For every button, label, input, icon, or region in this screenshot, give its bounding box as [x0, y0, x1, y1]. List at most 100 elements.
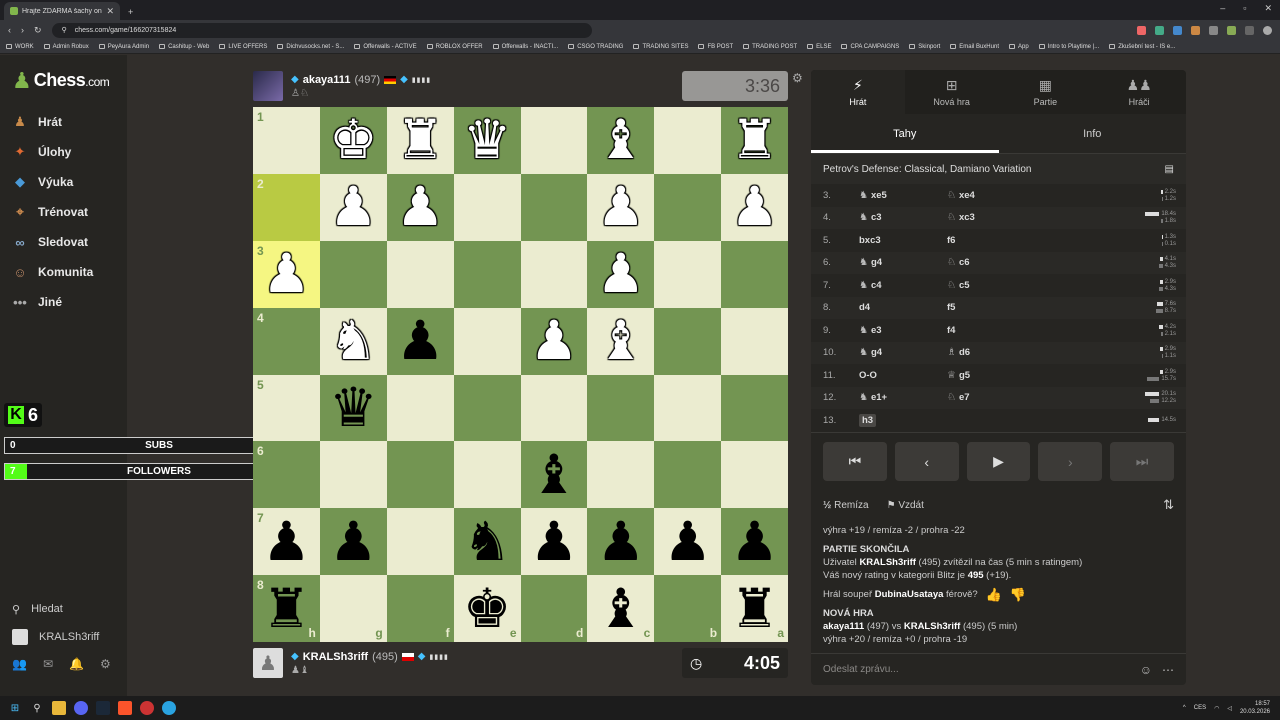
- board-square[interactable]: e ♚: [453, 575, 521, 642]
- first-move-button[interactable]: ⏮: [823, 442, 887, 481]
- board-square[interactable]: ♟: [319, 173, 387, 241]
- windows-start-icon[interactable]: ⊞: [8, 701, 22, 715]
- player-name[interactable]: KRALSh3riff: [303, 651, 368, 663]
- board-square[interactable]: ♟: [721, 508, 788, 576]
- black-move[interactable]: ♘ xc3: [947, 212, 1035, 223]
- board-square[interactable]: 6: [253, 441, 320, 509]
- board-square[interactable]: [319, 240, 387, 308]
- network-icon[interactable]: ◠: [1214, 705, 1219, 712]
- board-square[interactable]: ♟: [520, 307, 588, 375]
- board-square[interactable]: ♜: [721, 107, 788, 174]
- sidebar-item-2[interactable]: ✦ Úlohy: [0, 137, 127, 167]
- last-move-button[interactable]: ⏭: [1110, 442, 1174, 481]
- board-square[interactable]: ♝: [587, 307, 655, 375]
- board-square[interactable]: [587, 374, 655, 442]
- board-square[interactable]: [520, 107, 588, 174]
- black-move[interactable]: f6: [947, 235, 1035, 246]
- bookmark-item[interactable]: Email BuxHunt: [950, 44, 999, 50]
- black-bishop-icon[interactable]: ♝: [530, 447, 578, 502]
- board-square[interactable]: ♟: [319, 508, 387, 576]
- board-square[interactable]: ♟: [520, 508, 588, 576]
- chess-board[interactable]: 1 ♚ ♜ ♛ ♝ ♜ 2 ♟ ♟ ♟ ♟ 3 ♟ ♟ 4 ♞ ♟ ♟ ♝ 5 ♛ 6 ♝ 7 ♟ ♟ ♞ ♟ ♟ ♟ ♟ 8 h ♜ g f e ♚ d c…: [253, 107, 788, 642]
- board-square[interactable]: [453, 441, 521, 509]
- clock[interactable]: 18:57 20.03.2026: [1240, 700, 1270, 716]
- board-square[interactable]: [453, 173, 521, 241]
- profile-icon[interactable]: [1263, 25, 1272, 35]
- sidebar-item-7[interactable]: ••• Jiné: [0, 287, 127, 317]
- black-move[interactable]: ♘ c6: [947, 257, 1035, 268]
- white-bishop-icon[interactable]: ♝: [597, 113, 645, 167]
- sidebar-item-4[interactable]: ⌖ Trénovat: [0, 197, 127, 227]
- extension-icon[interactable]: [1209, 25, 1218, 35]
- board-square[interactable]: ♟: [386, 173, 454, 241]
- board-square[interactable]: [453, 307, 521, 375]
- bookmark-item[interactable]: LIVE OFFERS: [219, 44, 267, 50]
- bookmark-item[interactable]: TRADING SITES: [633, 44, 688, 50]
- board-square[interactable]: ♝: [587, 107, 655, 174]
- next-move-button[interactable]: ›: [1038, 442, 1103, 481]
- brave-browser-icon[interactable]: [118, 701, 132, 715]
- board-square[interactable]: [654, 307, 722, 375]
- white-move[interactable]: ♞ e1+: [859, 392, 947, 403]
- board-square[interactable]: [520, 240, 588, 308]
- board-square[interactable]: ♛: [453, 107, 521, 174]
- bookmark-item[interactable]: Intro to Playtime |...: [1038, 44, 1099, 50]
- board-square[interactable]: f: [386, 575, 454, 642]
- black-knight-icon[interactable]: ♞: [463, 514, 511, 569]
- board-square[interactable]: [721, 240, 788, 308]
- reload-icon[interactable]: ↻: [34, 25, 42, 36]
- white-move[interactable]: h3: [859, 413, 947, 427]
- bookmark-item[interactable]: TRADING POST: [743, 44, 797, 50]
- board-square[interactable]: [721, 441, 788, 509]
- tray-chevron-icon[interactable]: ^: [1183, 705, 1186, 711]
- board-square[interactable]: [654, 374, 722, 442]
- language-indicator[interactable]: CES: [1194, 705, 1206, 711]
- black-move[interactable]: ♕ g5: [947, 370, 1035, 381]
- board-square[interactable]: c ♝: [587, 575, 655, 642]
- board-square[interactable]: d: [520, 575, 588, 642]
- opening-name[interactable]: Petrov's Defense: Classical, Damiano Var…: [823, 164, 1031, 175]
- board-square[interactable]: [587, 441, 655, 509]
- white-rook-icon[interactable]: ♜: [730, 113, 778, 167]
- sidebar-item-5[interactable]: ∞ Sledovat: [0, 227, 127, 257]
- board-square[interactable]: ♟: [721, 173, 788, 241]
- bookmark-item[interactable]: CSGO TRADING: [568, 44, 623, 50]
- black-pawn-icon[interactable]: ♟: [530, 514, 578, 569]
- sidebar-item-6[interactable]: ☺ Komunita: [0, 257, 127, 287]
- maximize-icon[interactable]: ▫: [1243, 3, 1246, 14]
- bookmark-item[interactable]: Admin Robux: [43, 44, 89, 50]
- board-square[interactable]: ♟: [386, 307, 454, 375]
- white-pawn-icon[interactable]: ♟: [730, 180, 778, 234]
- tab-info[interactable]: Info: [999, 114, 1187, 153]
- telegram-icon[interactable]: [162, 701, 176, 715]
- white-pawn-icon[interactable]: ♟: [597, 180, 645, 234]
- volume-icon[interactable]: ◁: [1227, 705, 1232, 712]
- black-move[interactable]: ♗ d6: [947, 347, 1035, 358]
- opponent-avatar[interactable]: [253, 71, 283, 101]
- white-knight-icon[interactable]: ♞: [329, 314, 377, 368]
- black-rook-icon[interactable]: ♜: [262, 581, 310, 636]
- bookmark-item[interactable]: Offerwalls - INACTI...: [492, 44, 558, 50]
- bookmark-item[interactable]: Dichvusocks.net - S...: [277, 44, 344, 50]
- app-icon[interactable]: [140, 701, 154, 715]
- board-square[interactable]: [654, 173, 722, 241]
- black-pawn-icon[interactable]: ♟: [597, 514, 645, 569]
- discord-icon[interactable]: [74, 701, 88, 715]
- sidebar-search[interactable]: ⚲ Hledat: [0, 595, 127, 623]
- file-explorer-icon[interactable]: [52, 701, 66, 715]
- board-square[interactable]: [386, 508, 454, 576]
- white-pawn-icon[interactable]: ♟: [329, 180, 377, 234]
- white-pawn-icon[interactable]: ♟: [597, 247, 645, 301]
- tab-2[interactable]: ⊞ Nová hra: [905, 70, 999, 114]
- url-field[interactable]: ⚲ chess.com/game/166207315824: [51, 22, 592, 38]
- play-button[interactable]: ▶: [966, 442, 1031, 481]
- board-square[interactable]: 8 h ♜: [253, 575, 320, 642]
- black-pawn-icon[interactable]: ♟: [262, 514, 310, 569]
- bookmark-item[interactable]: CPA CAMPAIGNS: [841, 44, 899, 50]
- chat-input[interactable]: Odeslat zprávu... ☺ ⋯: [811, 653, 1186, 685]
- close-window-icon[interactable]: ✕: [1264, 3, 1272, 14]
- board-square[interactable]: ♟: [654, 508, 722, 576]
- board-square[interactable]: [386, 441, 454, 509]
- board-square[interactable]: ♚: [319, 107, 387, 174]
- friends-icon[interactable]: 👥: [12, 657, 27, 671]
